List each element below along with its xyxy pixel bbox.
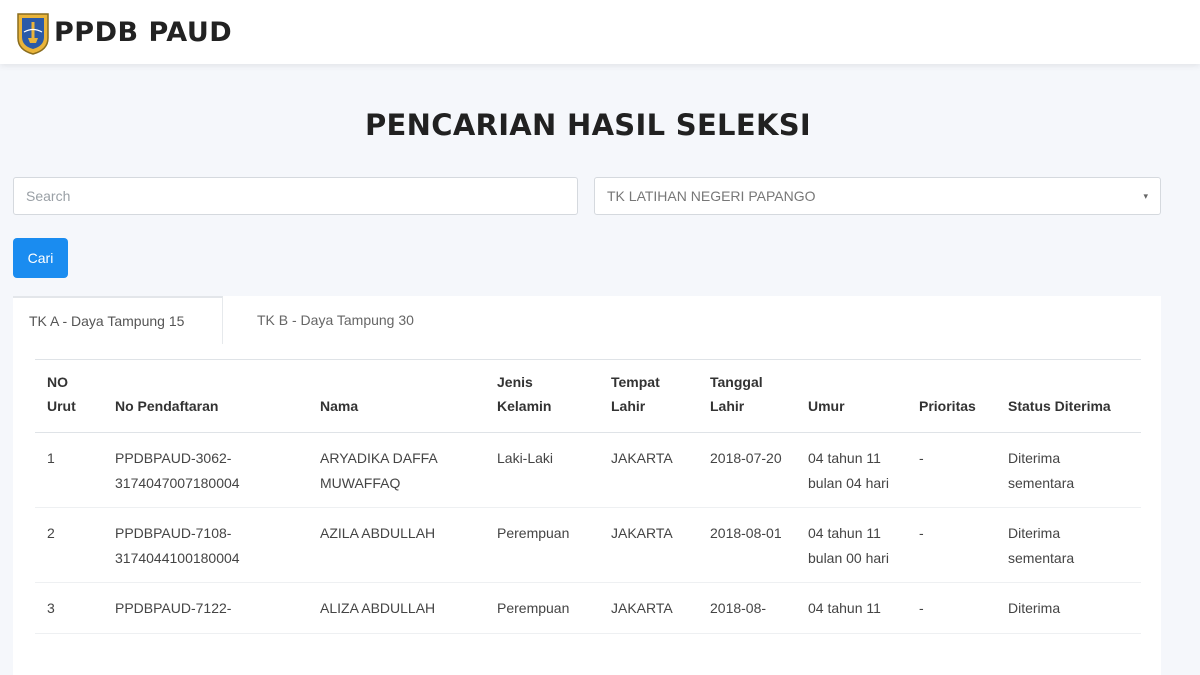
table-row: 2 PPDBPAUD-7108-3174044100180004 AZILA A… (35, 507, 1141, 583)
chevron-down-icon: ▾ (1143, 190, 1148, 201)
cell-prioritas: - (907, 432, 996, 508)
search-input[interactable] (13, 177, 578, 215)
cell-prioritas: - (907, 582, 996, 634)
cell-nama: ALIZA ABDULLAH (308, 582, 485, 634)
cell-umur: 04 tahun 11 (796, 582, 907, 634)
col-no-pendaftaran: No Pendaftaran (103, 359, 308, 433)
brand-title[interactable]: PPDB PAUD (54, 17, 232, 48)
page-title: PENCARIAN HASIL SELEKSI (0, 108, 1200, 142)
cell-no-urut: 1 (35, 432, 103, 508)
table-header-row: NO Urut No Pendaftaran Nama Jenis Kelami… (35, 359, 1141, 433)
col-jenis-kelamin: Jenis Kelamin (485, 359, 599, 433)
school-select[interactable]: TK LATIHAN NEGERI PAPANGO ▾ (594, 177, 1161, 215)
cell-tanggal-lahir: 2018-07-20 (698, 432, 796, 508)
col-tempat-lahir: Tempat Lahir (599, 359, 698, 433)
cell-status-diterima: Diterima sementara (996, 507, 1141, 583)
cell-status-diterima: Diterima (996, 582, 1141, 634)
cell-jenis-kelamin: Perempuan (485, 582, 599, 634)
cell-no-pendaftaran: PPDBPAUD-7122- (103, 582, 308, 634)
jakarta-emblem-icon[interactable] (14, 10, 52, 56)
cell-umur: 04 tahun 11 bulan 04 hari (796, 432, 907, 508)
col-prioritas: Prioritas (907, 359, 996, 433)
col-status-diterima: Status Diterima (996, 359, 1141, 433)
table-row: 3 PPDBPAUD-7122- ALIZA ABDULLAH Perempua… (35, 582, 1141, 634)
search-button[interactable]: Cari (13, 238, 68, 278)
cell-nama: AZILA ABDULLAH (308, 507, 485, 583)
col-nama: Nama (308, 359, 485, 433)
results-card: TK A - Daya Tampung 15 TK B - Daya Tampu… (13, 296, 1161, 675)
cell-jenis-kelamin: Perempuan (485, 507, 599, 583)
cell-no-pendaftaran: PPDBPAUD-3062-3174047007180004 (103, 432, 308, 508)
school-select-value: TK LATIHAN NEGERI PAPANGO (607, 188, 816, 204)
class-tabs: TK A - Daya Tampung 15 TK B - Daya Tampu… (13, 296, 1161, 344)
cell-tempat-lahir: JAKARTA (599, 582, 698, 634)
col-no-urut: NO Urut (35, 359, 103, 433)
navbar: PPDB PAUD (0, 0, 1200, 64)
cell-tanggal-lahir: 2018-08-01 (698, 507, 796, 583)
table-row: 1 PPDBPAUD-3062-3174047007180004 ARYADIK… (35, 432, 1141, 508)
col-tanggal-lahir: Tanggal Lahir (698, 359, 796, 433)
cell-no-urut: 3 (35, 582, 103, 634)
cell-no-urut: 2 (35, 507, 103, 583)
cell-tempat-lahir: JAKARTA (599, 432, 698, 508)
cell-umur: 04 tahun 11 bulan 00 hari (796, 507, 907, 583)
cell-status-diterima: Diterima sementara (996, 432, 1141, 508)
cell-prioritas: - (907, 507, 996, 583)
tab-tk-b[interactable]: TK B - Daya Tampung 30 (241, 296, 430, 344)
cell-tanggal-lahir: 2018-08- (698, 582, 796, 634)
cell-jenis-kelamin: Laki-Laki (485, 432, 599, 508)
tab-tk-a[interactable]: TK A - Daya Tampung 15 (13, 296, 223, 344)
cell-no-pendaftaran: PPDBPAUD-7108-3174044100180004 (103, 507, 308, 583)
page-title-text: PENCARIAN HASIL SELEKSI (365, 108, 811, 142)
results-table: NO Urut No Pendaftaran Nama Jenis Kelami… (35, 359, 1141, 634)
col-umur: Umur (796, 359, 907, 433)
cell-nama: ARYADIKA DAFFA MUWAFFAQ (308, 432, 485, 508)
cell-tempat-lahir: JAKARTA (599, 507, 698, 583)
